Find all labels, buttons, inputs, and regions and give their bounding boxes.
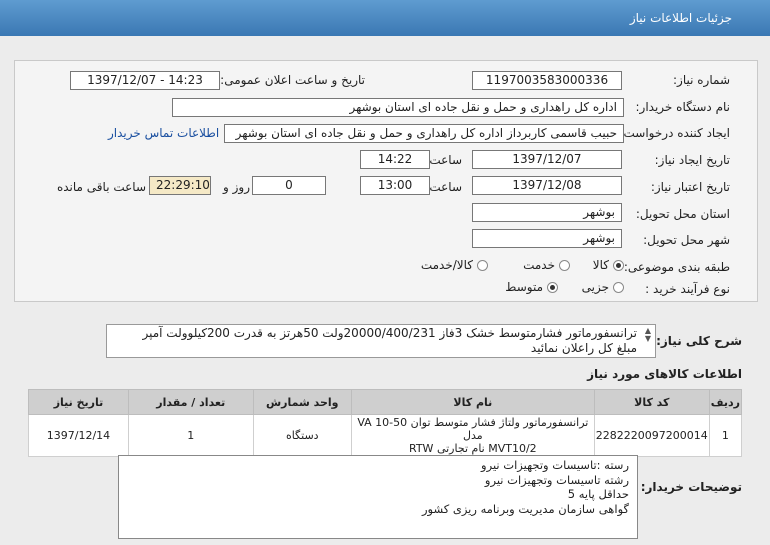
- radio-selected-icon: [547, 281, 558, 293]
- col-code-header: کد کالا: [593, 389, 710, 415]
- remaining-days-field: 0: [252, 176, 326, 195]
- col-row-header: ردیف: [708, 389, 743, 415]
- valid-time-field: 13:00: [360, 176, 430, 195]
- buyer-org-field: اداره کل راهداری و حمل و نقل جاده ای است…: [172, 98, 624, 117]
- radio-selected-icon: [613, 259, 624, 271]
- announce-datetime-field: 1397/12/07 - 14:23: [70, 71, 220, 90]
- remaining-label: ساعت باقی مانده: [56, 180, 146, 194]
- created-time-field: 14:22: [360, 150, 430, 169]
- col-qty-header: تعداد / مقدار: [127, 389, 254, 415]
- created-time-label: ساعت: [429, 153, 462, 167]
- goods-info-heading: اطلاعات کالاهای مورد نیاز: [587, 367, 742, 381]
- general-desc-label: شرح کلی نیاز:: [656, 334, 742, 348]
- subject-radio-service[interactable]: خدمت: [523, 258, 570, 272]
- radio-icon: [559, 259, 570, 271]
- requester-label: ایجاد کننده درخواست:: [619, 126, 730, 140]
- general-desc-line: ترانسفورماتور فشارمتوسط خشک 3فاز 20000/4…: [142, 326, 637, 340]
- subject-radio-goods-service-label: کالا/خدمت: [420, 258, 473, 272]
- delivery-city-label: شهر محل تحویل:: [643, 233, 730, 247]
- buyer-org-label: نام دستگاه خریدار:: [635, 100, 731, 114]
- cell-qty: 1: [127, 414, 254, 457]
- cell-date: 1397/12/14: [28, 414, 129, 457]
- need-valid-label: تاریخ اعتبار نیاز:: [650, 180, 730, 194]
- created-date-field: 1397/12/07: [472, 150, 622, 169]
- buyer-notes-label: توضیحات خریدار:: [640, 480, 742, 494]
- general-desc-line: مبلغ کل راعلان نمائید: [530, 341, 637, 355]
- process-radio-medium-label: متوسط: [505, 280, 543, 294]
- subject-radio-goods-label: کالا: [592, 258, 609, 272]
- valid-date-field: 1397/12/08: [472, 176, 622, 195]
- col-unit-header: واحد شمارش: [252, 389, 352, 415]
- cell-unit: دستگاه: [252, 414, 352, 457]
- contact-buyer-link[interactable]: اطلاعات تماس خریدار: [108, 126, 219, 140]
- table-row: 1 2282220097200014 ترانسفورماتور ولتاژ ف…: [28, 414, 743, 457]
- subject-radio-goods[interactable]: کالا: [593, 258, 624, 272]
- delivery-province-label: استان محل تحویل:: [635, 207, 730, 221]
- need-created-label: تاریخ ایجاد نیاز:: [654, 153, 730, 167]
- remaining-time-field: 22:29:10: [149, 176, 211, 195]
- buyer-notes-box: رسته :تاسیسات وتجهیزات نیرو رشته تاسیسات…: [118, 455, 638, 539]
- subject-radio-goods-service[interactable]: کالا/خدمت: [421, 258, 488, 272]
- subject-category-label: طبقه بندی موضوعی:: [623, 260, 730, 274]
- announce-datetime-label: تاریخ و ساعت اعلان عمومی:: [220, 73, 365, 87]
- radio-icon: [613, 281, 624, 293]
- goods-table: ردیف کد کالا نام کالا واحد شمارش تعداد /…: [28, 389, 743, 457]
- need-number-label: شماره نیاز:: [673, 73, 730, 87]
- delivery-province-field: بوشهر: [472, 203, 622, 222]
- col-date-header: تاریخ نیاز: [28, 389, 129, 415]
- requester-field: حبیب قاسمی کاربرداز اداره کل راهداری و ح…: [224, 124, 624, 143]
- scroll-arrows-icon[interactable]: ▲ ▼: [645, 327, 651, 343]
- window-title: جزئیات اطلاعات نیاز: [629, 11, 732, 25]
- purchase-process-label: نوع فرآیند خرید :: [645, 282, 730, 296]
- cell-row: 1: [708, 414, 743, 457]
- radio-icon: [477, 259, 488, 271]
- note-line: رشته تاسیسات وتجهیزات نیرو: [484, 472, 629, 487]
- cell-code: 2282220097200014: [593, 414, 710, 457]
- process-radio-minor-label: جزیی: [581, 280, 609, 294]
- process-radio-minor[interactable]: جزیی: [582, 280, 624, 294]
- day-and-label: روز و: [223, 180, 250, 194]
- cell-name-line: ترانسفورماتور ولتاژ فشار متوسط توان VA 1…: [357, 416, 589, 442]
- cell-name-line: MVT10/2 نام تجارتی RTW: [409, 442, 537, 455]
- valid-time-label: ساعت: [429, 180, 462, 194]
- col-name-header: نام کالا: [350, 389, 595, 415]
- need-number-field: 1197003583000336: [472, 71, 622, 90]
- note-line: رسته :تاسیسات وتجهیزات نیرو: [481, 458, 629, 472]
- process-radio-medium[interactable]: متوسط: [505, 280, 558, 294]
- delivery-city-field: بوشهر: [472, 229, 622, 248]
- general-desc-textarea[interactable]: ▲ ▼ ترانسفورماتور فشارمتوسط خشک 3فاز 2000…: [106, 324, 656, 358]
- goods-table-header-row: ردیف کد کالا نام کالا واحد شمارش تعداد /…: [28, 389, 743, 415]
- note-line: حداقل پایه 5: [567, 487, 629, 501]
- note-line: گواهی سازمان مدیریت وبرنامه ریزی کشور: [421, 501, 629, 516]
- subject-radio-service-label: خدمت: [523, 258, 555, 272]
- title-bar: جزئیات اطلاعات نیاز: [0, 0, 770, 36]
- cell-name: ترانسفورماتور ولتاژ فشار متوسط توان VA 1…: [350, 414, 595, 457]
